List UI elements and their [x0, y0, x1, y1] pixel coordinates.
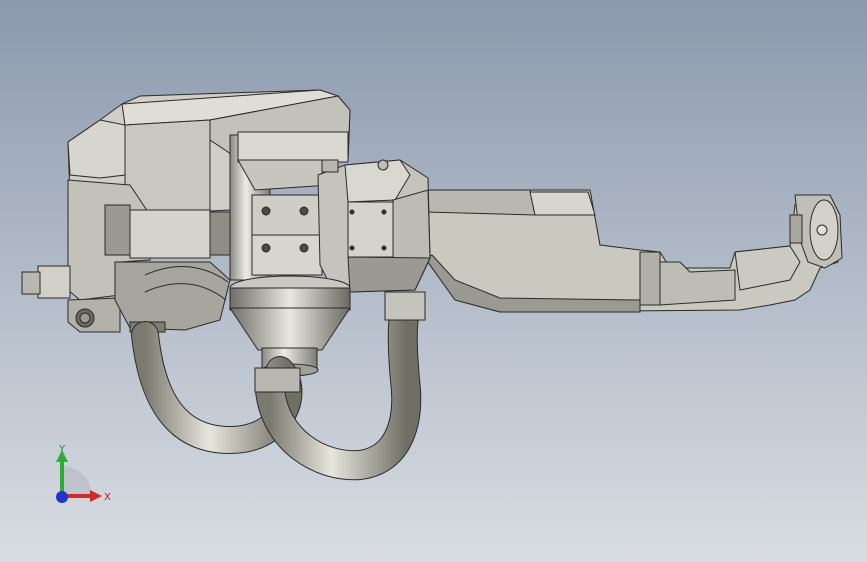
wrist-housing[interactable]: [317, 159, 431, 293]
x-axis-label: X: [104, 492, 111, 503]
model-canvas[interactable]: Y X: [0, 0, 867, 562]
z-axis-point: [56, 491, 68, 503]
bracket-block[interactable]: [251, 194, 323, 276]
graphics-viewport[interactable]: Y X: [0, 0, 867, 562]
y-axis-label: Y: [58, 444, 66, 455]
